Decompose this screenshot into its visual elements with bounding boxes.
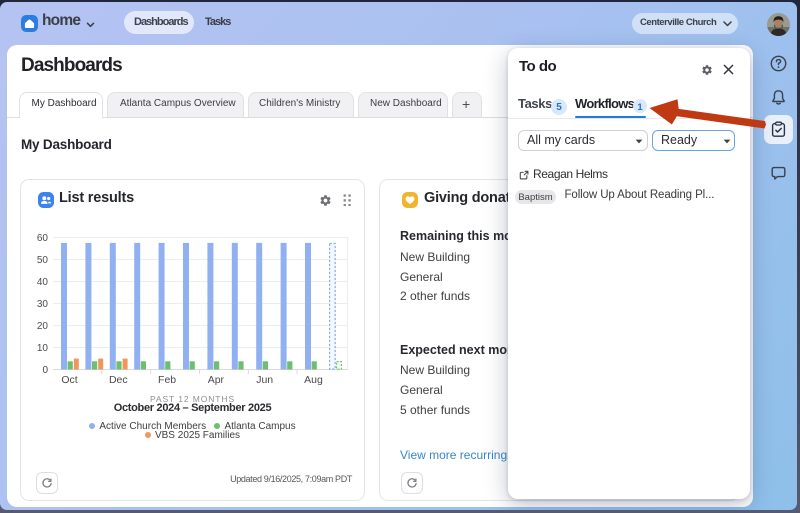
svg-text:0: 0	[42, 365, 48, 376]
svg-text:40: 40	[37, 277, 49, 288]
svg-text:30: 30	[37, 299, 49, 310]
svg-text:20: 20	[37, 321, 49, 332]
svg-text:10: 10	[37, 343, 49, 354]
svg-text:Apr: Apr	[208, 374, 225, 386]
svg-text:60: 60	[37, 233, 49, 244]
svg-text:50: 50	[37, 255, 49, 266]
svg-text:Jun: Jun	[256, 374, 273, 386]
svg-text:Oct: Oct	[61, 374, 77, 386]
svg-text:Aug: Aug	[304, 374, 323, 386]
svg-text:Feb: Feb	[158, 374, 176, 386]
svg-text:Dec: Dec	[109, 374, 128, 386]
